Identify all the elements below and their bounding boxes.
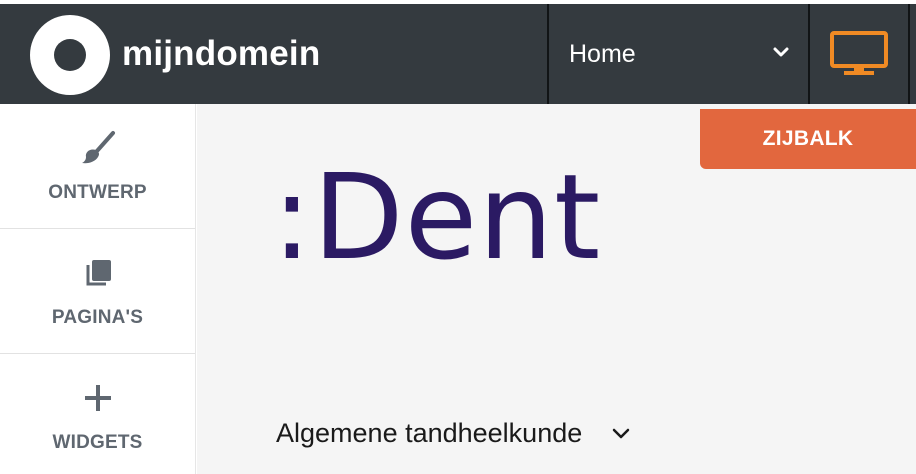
chevron-down-icon [613, 428, 630, 438]
pages-icon [78, 253, 118, 293]
sidebar-item-paginas[interactable]: PAGINA'S [0, 229, 195, 354]
logo-text: mijndomein [122, 34, 321, 73]
zijbalk-button[interactable]: ZIJBALK [700, 109, 916, 169]
nav-menu-item-label: Algemene tandheelkunde [276, 418, 583, 448]
nav-menu-item[interactable]: Algemene tandheelkunde [276, 418, 630, 449]
sidebar-item-label: ONTWERP [48, 182, 147, 203]
page-select-dropdown[interactable]: Home [549, 4, 808, 104]
sidebar-item-ontwerp[interactable]: ONTWERP [0, 104, 195, 229]
chevron-down-icon [773, 47, 789, 57]
plus-icon [78, 378, 118, 418]
sidebar-item-widgets[interactable]: WIDGETS [0, 354, 195, 474]
divider [908, 4, 910, 104]
desktop-preview-button[interactable] [810, 4, 908, 104]
page-select-value: Home [569, 39, 636, 68]
mijndomein-logo[interactable]: mijndomein [30, 15, 320, 95]
monitor-icon [830, 31, 888, 75]
sidebar-item-label: PAGINA'S [51, 307, 144, 328]
editor-sidebar: ONTWERP PAGINA'S WIDGETS [0, 104, 196, 474]
brush-icon [78, 128, 118, 168]
dent-logo[interactable]: :Dent [272, 158, 601, 276]
sidebar-item-label: WIDGETS [52, 432, 143, 453]
logo-mark-icon [30, 15, 110, 95]
top-bar: mijndomein Home [0, 0, 916, 104]
